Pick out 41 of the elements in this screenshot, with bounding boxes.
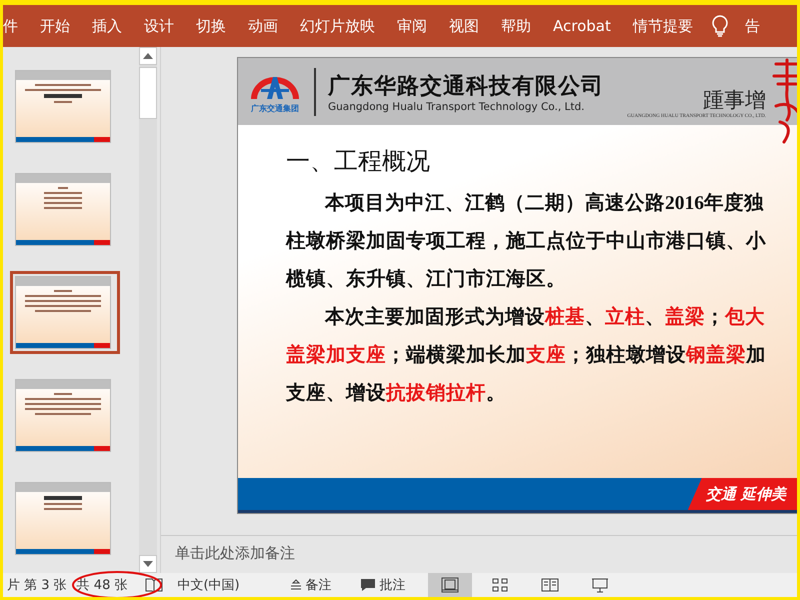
scroll-up-icon[interactable]: [139, 47, 157, 65]
slide-paragraph: 本次主要加固形式为增设桩基、立柱、盖梁；包大盖梁加支座；端横梁加长加支座；独柱墩增设钢盖梁加支座、增设抗拔销拉杆。: [286, 304, 767, 406]
normal-view-icon: [440, 577, 459, 593]
slide-thumbnail[interactable]: [10, 271, 120, 354]
company-name: 广东华路交通科技有限公司: [328, 72, 604, 100]
normal-view-button[interactable]: [428, 573, 472, 597]
company-english-name: Guangdong Hualu Transport Technology Co., Ltd.: [328, 100, 586, 112]
scroll-down-icon[interactable]: [139, 555, 157, 573]
notes-button[interactable]: 备注: [284, 576, 338, 594]
ribbon-tab[interactable]: Acrobat: [542, 5, 622, 47]
footer-slogan: 交通 延伸美: [688, 478, 797, 510]
ribbon-tab[interactable]: 插入: [81, 5, 133, 47]
ribbon-tab[interactable]: 件: [3, 5, 29, 47]
ribbon-tab[interactable]: 开始: [29, 5, 81, 47]
comments-button[interactable]: 批注: [354, 576, 412, 594]
spellcheck-icon[interactable]: [145, 577, 164, 593]
ribbon-tab[interactable]: 审阅: [386, 5, 438, 47]
notes-icon: [290, 579, 302, 591]
slide-count: 共 48 张: [76, 577, 128, 594]
ribbon-tab[interactable]: 切换: [185, 5, 237, 47]
ribbon-tab[interactable]: 动画: [237, 5, 289, 47]
notes-field[interactable]: 单击此处添加备注: [161, 536, 797, 570]
slide-paragraph: 本项目为中江、江鹤（二期）高速公路2016年度独柱墩桥梁加固专项工程，施工点位于中山市港口镇、小榄镇、东升镇、江门市江海区。: [286, 191, 767, 292]
ribbon-tab[interactable]: 幻灯片放映: [289, 5, 386, 47]
lightbulb-icon[interactable]: [712, 15, 728, 37]
scrollbar[interactable]: [139, 47, 157, 573]
ribbon-tab[interactable]: 视图: [438, 5, 490, 47]
comment-icon: [360, 578, 376, 592]
sorter-view-icon: [490, 577, 509, 593]
ribbon-tab[interactable]: 帮助: [490, 5, 542, 47]
slide-heading: 一、工程概况: [286, 148, 431, 177]
ribbon-tab[interactable]: 设计: [133, 5, 185, 47]
ribbon-tab[interactable]: 情节提要: [622, 5, 704, 47]
slide-position: 片 第 3 张: [6, 577, 68, 594]
slideshow-view-icon: [590, 577, 609, 593]
language-indicator[interactable]: 中文(中国): [173, 576, 244, 594]
slogan-text: 踵事增: [703, 87, 766, 114]
reading-view-icon: [540, 577, 559, 593]
group-name: 广东交通集团: [251, 103, 299, 114]
scroll-thumb[interactable]: [139, 67, 157, 119]
tell-me-tab[interactable]: 告: [734, 5, 771, 47]
